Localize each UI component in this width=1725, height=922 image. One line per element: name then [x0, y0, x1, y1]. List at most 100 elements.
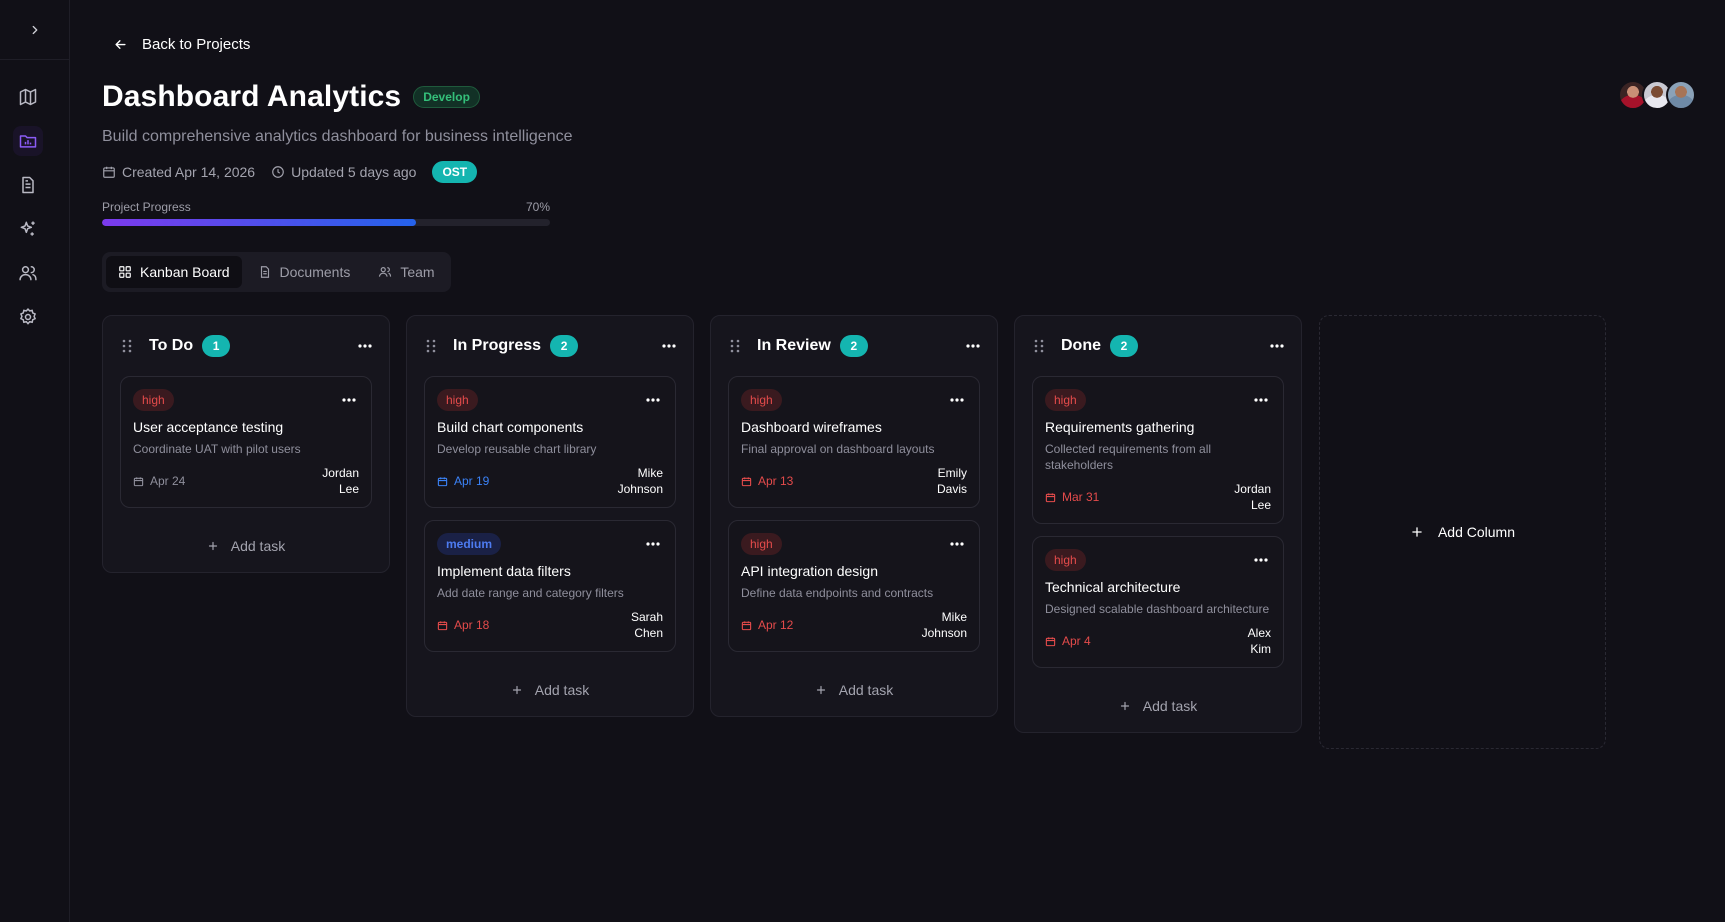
column-header: In Review 2	[711, 316, 997, 376]
more-icon	[342, 398, 356, 402]
sparkle-icon	[20, 221, 35, 236]
calendar-icon	[103, 166, 115, 178]
back-to-projects-link[interactable]: Back to Projects	[113, 36, 250, 53]
task-card[interactable]: high API integration design Define data en…	[728, 520, 980, 652]
task-description: Designed scalable dashboard architecture	[1045, 602, 1270, 616]
calendar-icon	[437, 476, 448, 486]
updated-text: Updated 5 days ago	[291, 164, 417, 180]
assignee-first-name: Jordan	[322, 466, 359, 480]
assignee-last-name: Davis	[936, 482, 967, 496]
sidebar-item-documents[interactable]	[13, 170, 43, 200]
sidebar-item-team[interactable]	[13, 258, 43, 288]
column-count-badge: 1	[202, 335, 231, 357]
back-label: Back to Projects	[142, 36, 251, 53]
priority-badge: medium	[437, 533, 502, 555]
column-title: In Review	[757, 337, 831, 354]
arrow-left-icon	[115, 40, 126, 49]
task-title: Dashboard wireframes	[741, 419, 882, 435]
sidebar-item-settings[interactable]	[13, 302, 43, 332]
project-description: Build comprehensive analytics dashboard …	[102, 128, 573, 145]
settings-icon	[19, 307, 37, 325]
assignee-first-name: Alex	[1247, 626, 1271, 640]
priority-badge: high	[741, 533, 782, 555]
column-menu-button[interactable]	[355, 336, 375, 356]
card-menu-button[interactable]	[947, 392, 967, 408]
due-date: Apr 19	[437, 474, 489, 488]
team-avatars[interactable]	[1618, 80, 1696, 110]
column-menu-button[interactable]	[659, 336, 679, 356]
task-card[interactable]: high Build chart components Develop reusab…	[424, 376, 676, 508]
card-menu-button[interactable]	[643, 536, 663, 552]
more-icon	[646, 542, 660, 546]
card-menu-button[interactable]	[1251, 392, 1271, 408]
plus-icon	[816, 685, 825, 695]
users-icon	[379, 267, 392, 277]
more-icon	[662, 344, 676, 348]
view-tabs: Kanban Board Documents Team	[102, 252, 451, 292]
more-icon	[1254, 398, 1268, 402]
due-date-text: Apr 24	[150, 474, 186, 488]
sidebar-item-roadmap[interactable]	[13, 82, 43, 112]
add-task-button[interactable]: Add task	[711, 664, 997, 716]
task-title: User acceptance testing	[133, 419, 284, 435]
drag-handle-icon[interactable]	[121, 339, 133, 353]
task-title: API integration design	[741, 563, 878, 579]
tab-documents[interactable]: Documents	[246, 256, 363, 288]
progress-label-row: Project Progress 70%	[102, 200, 550, 214]
column-menu-button[interactable]	[963, 336, 983, 356]
drag-handle-icon[interactable]	[1033, 339, 1045, 353]
plus-icon	[208, 541, 217, 551]
tab-team[interactable]: Team	[366, 256, 446, 288]
drag-handle-icon[interactable]	[729, 339, 741, 353]
assignee-name: Jordan Lee	[322, 465, 359, 497]
avatar[interactable]	[1666, 80, 1696, 110]
assignee-name: Emily Davis	[937, 465, 967, 497]
add-task-label: Add task	[838, 682, 894, 698]
column-header: To Do 1	[103, 316, 389, 376]
task-card[interactable]: high Dashboard wireframes Final approval o…	[728, 376, 980, 508]
tab-label: Team	[400, 264, 435, 280]
card-menu-button[interactable]	[643, 392, 663, 408]
column-header: In Progress 2	[407, 316, 693, 376]
add-task-button[interactable]: Add task	[1015, 680, 1301, 732]
assignee-name: Sarah Chen	[631, 609, 663, 641]
due-date-text: Apr 12	[758, 618, 794, 632]
plus-icon	[1412, 527, 1422, 537]
add-task-button[interactable]: Add task	[103, 520, 389, 572]
progress-bar	[102, 219, 550, 226]
sidebar-item-projects[interactable]	[13, 126, 43, 156]
due-date-text: Apr 18	[454, 618, 490, 632]
add-task-label: Add task	[230, 538, 286, 554]
created-text: Created Apr 14, 2026	[122, 164, 256, 180]
calendar-icon	[1045, 636, 1056, 646]
assignee-last-name: Chen	[634, 626, 663, 640]
card-menu-button[interactable]	[1251, 552, 1271, 568]
kanban-column: Done 2 high Requirements gathering Collected…	[1014, 315, 1302, 733]
add-column-button[interactable]: Add Column	[1319, 315, 1606, 749]
calendar-icon	[437, 620, 448, 630]
task-card[interactable]: high Requirements gathering Collected requ…	[1032, 376, 1284, 524]
add-column-label: Add Column	[1437, 524, 1516, 540]
column-menu-button[interactable]	[1267, 336, 1287, 356]
kanban-column: In Progress 2 high Build chart components De…	[406, 315, 694, 717]
users-icon	[19, 266, 37, 281]
sidebar-item-ai[interactable]	[13, 214, 43, 244]
add-task-button[interactable]: Add task	[407, 664, 693, 716]
card-menu-button[interactable]	[339, 392, 359, 408]
due-date: Apr 24	[133, 474, 185, 488]
sidebar-toggle[interactable]	[0, 0, 69, 60]
task-card[interactable]: medium Implement data filters Add date ran…	[424, 520, 676, 652]
more-icon	[1254, 558, 1268, 562]
card-menu-button[interactable]	[947, 536, 967, 552]
kanban-column: To Do 1 high User acceptance testing Coordin…	[102, 315, 390, 573]
drag-handle-icon[interactable]	[425, 339, 437, 353]
tab-kanban-board[interactable]: Kanban Board	[106, 256, 242, 288]
task-description: Develop reusable chart library	[437, 442, 597, 456]
calendar-icon	[741, 476, 752, 486]
chevron-right-icon	[32, 25, 37, 34]
task-card[interactable]: high Technical architecture Designed scala…	[1032, 536, 1284, 668]
task-card[interactable]: high User acceptance testing Coordinate UA…	[120, 376, 372, 508]
plus-icon	[512, 685, 521, 695]
task-title: Build chart components	[437, 419, 584, 435]
priority-badge: high	[741, 389, 782, 411]
